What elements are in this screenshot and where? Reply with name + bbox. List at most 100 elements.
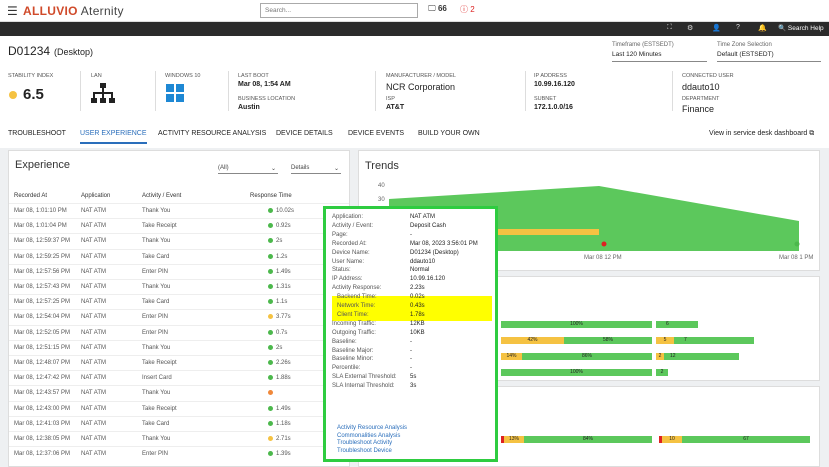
tooltip-label: Outgoing Traffic: <box>332 329 376 336</box>
table-row[interactable]: Mar 08, 12:48:07 PM NAT ATM Take Receipt 2.… <box>9 355 349 369</box>
table-row[interactable]: Mar 08, 12:43:00 PM NAT ATM Take Receipt 1.… <box>9 400 349 415</box>
alerts[interactable]: ⓘ 2 <box>460 4 475 15</box>
breakdown-count[interactable]: 7 <box>674 337 754 344</box>
cell-activity: Thank You <box>142 238 171 245</box>
table-row[interactable]: Mar 08, 12:51:15 PM NAT ATM Thank You 2s <box>9 339 349 354</box>
breakdown-bar[interactable]: 86% <box>522 353 652 360</box>
col-response-time[interactable]: Response Time <box>250 193 292 199</box>
cell-response-time: 2.71s <box>276 436 291 442</box>
user-icon[interactable]: 👤 <box>712 24 721 32</box>
tooltip-label: Device Name: <box>332 249 370 256</box>
table-row[interactable]: Mar 08, 12:54:04 PM NAT ATM Enter PIN 3.77s <box>9 309 349 323</box>
user-value: ddauto10 <box>682 82 720 92</box>
tooltip-value: - <box>410 365 412 372</box>
last-boot-value: Mar 08, 1:54 AM <box>238 81 291 88</box>
breakdown-count[interactable]: 5 <box>656 337 674 344</box>
cell-activity: Take Card <box>142 253 170 260</box>
breakdown-bar[interactable]: 14% <box>501 353 522 360</box>
breakdown-count[interactable]: 2 <box>656 353 664 360</box>
breakdown-bar[interactable]: 100% <box>501 321 652 328</box>
breakdown-count[interactable]: 6 <box>656 321 698 328</box>
tab-troubleshoot[interactable]: TROUBLESHOOT <box>8 130 66 137</box>
help-icon[interactable]: ? <box>736 24 740 31</box>
filter-select[interactable]: (All) ⌄ <box>218 165 278 174</box>
department-label: DEPARTMENT <box>682 96 720 102</box>
cell-response-time: 1.39s <box>276 451 291 458</box>
status-dot-icon <box>268 268 273 274</box>
cell-application: NAT ATM <box>81 390 107 397</box>
tab-activity-resource-analysis[interactable]: ACTIVITY RESOURCE ANALYSIS <box>158 130 266 137</box>
tab-device-details[interactable]: DEVICE DETAILS <box>276 130 333 137</box>
tooltip-value: 10KB <box>410 329 425 336</box>
tooltip-value: NAT ATM <box>410 214 436 220</box>
tab-device-events[interactable]: DEVICE EVENTS <box>348 130 404 137</box>
service-desk-link[interactable]: View in service desk dashboard ⧉ <box>709 130 814 138</box>
experience-panel: Experience (All) ⌄ Details ⌄ Recorded At A… <box>8 150 350 467</box>
details-select[interactable]: Details ⌄ <box>291 165 341 174</box>
cell-response-time: 1.18s <box>276 420 291 427</box>
tooltip-value: 12KB <box>410 320 425 327</box>
table-row[interactable]: Mar 08, 12:57:25 PM NAT ATM Take Card 1.1s <box>9 294 349 308</box>
bottom-count[interactable]: 10 <box>662 436 682 443</box>
table-row[interactable]: Mar 08, 12:59:37 PM NAT ATM Thank You 2s <box>9 233 349 247</box>
settings-icon[interactable]: ⚙ <box>687 24 693 32</box>
table-row[interactable]: Mar 08, 12:57:43 PM NAT ATM Thank You 1.31s <box>9 279 349 293</box>
tab-user-experience[interactable]: USER EXPERIENCE <box>80 130 147 144</box>
bottom-count[interactable]: 67 <box>682 436 810 443</box>
tooltip-value: 3s <box>410 383 417 390</box>
app-logo[interactable]: ALLUVIO Aternity <box>23 4 124 18</box>
table-row[interactable]: Mar 08, 12:52:05 PM NAT ATM Enter PIN 0.7s <box>9 324 349 339</box>
breakdown-count[interactable]: 12 <box>664 353 739 360</box>
tooltip-link[interactable]: Commonalities Analysis <box>337 433 400 439</box>
tooltip-link[interactable]: Activity Resource Analysis <box>337 425 407 431</box>
toolbar: ⛶ ⚙ 👤 ? 🔔 🔍 Search Help <box>0 22 829 36</box>
search-help[interactable]: 🔍 Search Help <box>778 24 824 32</box>
cell-response-time: 0.92s <box>276 223 291 230</box>
status-dot-icon <box>268 420 273 426</box>
external-link-icon: ⧉ <box>809 130 815 137</box>
table-row[interactable]: Mar 08, 12:41:03 PM NAT ATM Take Card 1.18s <box>9 415 349 430</box>
status-dot-icon <box>268 344 273 350</box>
cell-application: NAT ATM <box>81 284 107 290</box>
table-row[interactable]: Mar 08, 1:01:10 PM NAT ATM Thank You 10.02s <box>9 203 349 217</box>
breakdown-count[interactable]: 2 <box>656 369 668 376</box>
table-row[interactable]: Mar 08, 12:37:06 PM NAT ATM Enter PIN 1.39s <box>9 446 349 460</box>
bell-icon[interactable]: 🔔 <box>758 24 767 32</box>
table-row[interactable]: Mar 08, 1:01:04 PM NAT ATM Take Receipt 0.9… <box>9 218 349 232</box>
ip-label: IP ADDRESS <box>534 73 567 79</box>
tooltip-label: Activity / Event: <box>332 222 374 229</box>
menu-icon[interactable]: ☰ <box>7 4 18 18</box>
search-input[interactable]: Search... <box>260 3 418 18</box>
table-row[interactable]: Mar 08, 12:59:25 PM NAT ATM Take Card 1.2s <box>9 248 349 263</box>
tab-bar: TROUBLESHOOT USER EXPERIENCE ACTIVITY RE… <box>0 126 829 148</box>
monitored-devices[interactable]: 🖵 66 <box>428 4 447 14</box>
cell-activity: Take Card <box>142 299 170 306</box>
breakdown-bar[interactable]: 42% <box>501 337 564 344</box>
tooltip-value: - <box>410 356 412 363</box>
table-row[interactable]: Mar 08, 12:38:05 PM NAT ATM Thank You 2.71s <box>9 431 349 445</box>
tooltip-label: IP Address: <box>332 276 363 283</box>
cell-activity: Thank You <box>142 436 171 442</box>
tooltip-value: 2.23s <box>410 285 425 292</box>
col-recorded-at[interactable]: Recorded At <box>14 193 47 199</box>
stability-value: 6.5 <box>23 86 44 103</box>
breakdown-bar[interactable]: 58% <box>564 337 652 344</box>
timeframe-select[interactable]: Last 120 Minutes <box>612 51 707 62</box>
breakdown-bar[interactable]: 100% <box>501 369 652 376</box>
col-activity[interactable]: Activity / Event <box>142 193 181 199</box>
timezone-select[interactable]: Default (ESTSEDT) <box>717 51 821 62</box>
col-application[interactable]: Application <box>81 193 110 199</box>
trends-title: Trends <box>365 160 399 172</box>
last-boot-label: LAST BOOT <box>238 73 269 79</box>
fullscreen-icon[interactable]: ⛶ <box>667 24 672 32</box>
bottom-bar[interactable]: 84% <box>524 436 652 443</box>
tooltip-link[interactable]: Troubleshoot Activity <box>337 440 392 446</box>
table-row[interactable]: Mar 08, 12:43:57 PM NAT ATM Thank You <box>9 385 349 399</box>
tab-build-your-own[interactable]: BUILD YOUR OWN <box>418 130 480 137</box>
tooltip-link[interactable]: Troubleshoot Device <box>337 448 392 454</box>
bottom-bar[interactable]: 13% <box>504 436 524 443</box>
table-row[interactable]: Mar 08, 12:57:56 PM NAT ATM Enter PIN 1.49s <box>9 263 349 278</box>
table-row[interactable]: Mar 08, 12:47:42 PM NAT ATM Insert Card 1.8… <box>9 370 349 384</box>
tooltip-label: Network Time: <box>337 303 376 309</box>
tooltip-value: 10.99.16.120 <box>410 276 446 283</box>
